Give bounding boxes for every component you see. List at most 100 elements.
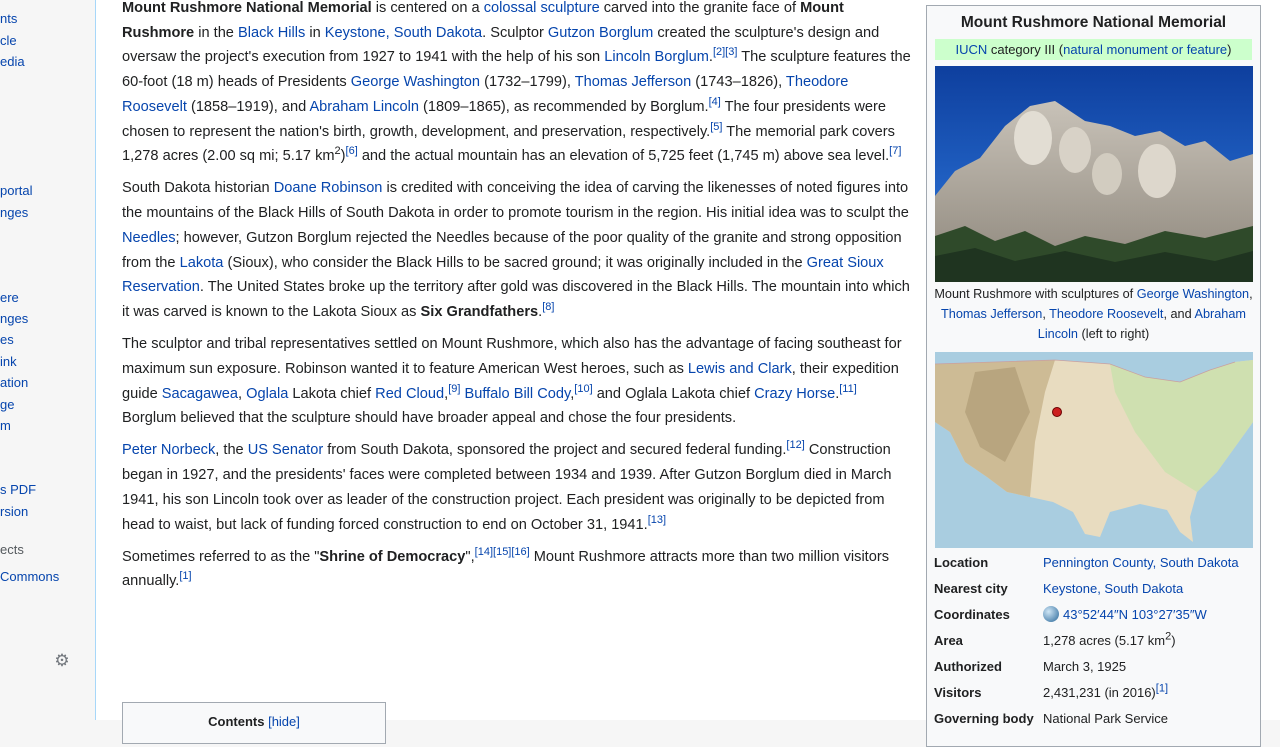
link-red-cloud[interactable]: Red Cloud — [375, 386, 444, 402]
text: South Dakota historian — [122, 180, 274, 197]
text: (1809–1865), as recommended by Borglum. — [418, 98, 709, 115]
row-visitors: Visitors 2,431,231 (in 2016)[1] — [927, 682, 1260, 708]
sidebar-link-page[interactable]: ge — [0, 397, 14, 412]
bold-term: Shrine of Democracy — [319, 548, 466, 565]
area-value: 1,278 acres (5.17 km — [1043, 633, 1166, 648]
citation[interactable]: [8] — [542, 301, 554, 313]
row-area: Area 1,278 acres (5.17 km2) — [927, 630, 1260, 656]
main-content: Mount Rushmore National Memorial is cent… — [95, 0, 1280, 747]
link-needles[interactable]: Needles — [122, 230, 176, 246]
infobox-details: Location Pennington County, South Dakota… — [927, 552, 1260, 734]
paragraph-shrine: Sometimes referred to as the "Shrine of … — [122, 545, 912, 594]
row-coordinates: Coordinates 43°52′44″N 103°27′35″W — [927, 604, 1260, 630]
citation[interactable]: [12] — [786, 440, 804, 452]
link-abraham-lincoln[interactable]: Abraham Lincoln — [309, 99, 419, 115]
text: ", — [465, 548, 475, 565]
citation[interactable]: [5] — [710, 121, 722, 133]
nearest-city-label: Nearest city — [934, 581, 1008, 596]
toc-hide-toggle[interactable]: [hide] — [268, 714, 300, 729]
citation[interactable]: [14][15][16] — [475, 546, 530, 558]
text: is centered on a — [371, 0, 484, 16]
toc-header: Contents [hide] — [123, 714, 385, 729]
link-natural-monument[interactable]: natural monument or feature — [1063, 42, 1227, 57]
text: carved into the granite face of — [599, 0, 801, 16]
link-gutzon-borglum[interactable]: Gutzon Borglum — [548, 25, 653, 41]
authorized-value: March 3, 1925 — [1043, 659, 1127, 674]
citation[interactable]: [10] — [574, 383, 592, 395]
sidebar-link-printable-version[interactable]: rsion — [0, 504, 28, 519]
link-lakota[interactable]: Lakota — [180, 255, 224, 271]
sidebar-heading-other-projects: ects — [0, 542, 24, 557]
link-peter-norbeck[interactable]: Peter Norbeck — [122, 442, 215, 458]
text: (left to right) — [1078, 327, 1150, 341]
sidebar-link-permalink[interactable]: ink — [0, 354, 17, 369]
link-sacagawea[interactable]: Sacagawea — [162, 386, 238, 402]
text: in — [305, 24, 325, 41]
citation[interactable]: [2][3] — [713, 47, 737, 59]
link-us-senator[interactable]: US Senator — [248, 442, 323, 458]
sidebar-link-information[interactable]: ation — [0, 375, 28, 390]
sidebar-link-article[interactable]: cle — [0, 33, 17, 48]
sidebar-link-download-pdf[interactable]: s PDF — [0, 482, 36, 497]
link-iucn[interactable]: IUCN — [955, 42, 987, 57]
sidebar-link-item[interactable]: m — [0, 418, 11, 433]
text: Borglum believed that the sculpture shou… — [122, 410, 737, 427]
link-george-washington[interactable]: George Washington — [351, 74, 480, 90]
link-black-hills[interactable]: Black Hills — [238, 25, 305, 41]
link-lincoln-borglum[interactable]: Lincoln Borglum — [604, 49, 709, 65]
sidebar-link-changes[interactable]: nges — [0, 205, 28, 220]
sidebar-link-contents[interactable]: nts — [0, 11, 17, 26]
text: Lakota chief — [288, 385, 376, 402]
citation[interactable]: [11] — [839, 383, 857, 395]
text: (1732–1799), — [480, 74, 575, 91]
link-keystone[interactable]: Keystone, South Dakota — [325, 25, 482, 41]
citation[interactable]: [13] — [648, 514, 666, 526]
link-theodore-roosevelt[interactable]: Theodore Roosevelt — [1049, 307, 1163, 321]
row-nearest-city: Nearest city Keystone, South Dakota — [927, 578, 1260, 604]
link-keystone[interactable]: Keystone, South Dakota — [1043, 581, 1183, 596]
citation[interactable]: [1] — [179, 571, 191, 583]
globe-icon[interactable] — [1043, 606, 1059, 622]
text: , — [1249, 287, 1253, 301]
toc-title: Contents — [208, 714, 265, 729]
sidebar-link-links-here[interactable]: ere — [0, 290, 19, 305]
link-crazy-horse[interactable]: Crazy Horse — [754, 386, 835, 402]
infobox-title: Mount Rushmore National Memorial — [960, 14, 1227, 31]
gear-icon[interactable]: ⚙ — [53, 652, 71, 670]
text: category III ( — [987, 42, 1064, 57]
text: Mount Rushmore with sculptures of — [934, 287, 1137, 301]
link-thomas-jefferson[interactable]: Thomas Jefferson — [575, 74, 692, 90]
sidebar-link-media[interactable]: edia — [0, 54, 25, 69]
text: and Oglala Lakota chief — [592, 385, 755, 402]
infobox: Mount Rushmore National Memorial IUCN ca… — [926, 5, 1261, 747]
citation[interactable]: [7] — [889, 145, 901, 157]
link-pennington-county[interactable]: Pennington County, South Dakota — [1043, 555, 1239, 570]
text: ) — [1227, 42, 1232, 57]
table-of-contents: Contents [hide] — [122, 702, 386, 744]
citation[interactable]: [1] — [1156, 683, 1168, 695]
text: from South Dakota, sponsored the project… — [323, 442, 787, 459]
link-thomas-jefferson[interactable]: Thomas Jefferson — [941, 307, 1042, 321]
link-oglala[interactable]: Oglala — [246, 386, 288, 402]
citation[interactable]: [9] — [448, 383, 460, 395]
location-map[interactable] — [934, 352, 1253, 548]
link-colossal-sculpture[interactable]: colossal sculpture — [484, 0, 600, 16]
citation[interactable]: [4] — [709, 96, 721, 108]
text: . Sculptor — [482, 24, 548, 41]
citation[interactable]: [6] — [346, 145, 358, 157]
link-george-washington[interactable]: George Washington — [1137, 287, 1249, 301]
sidebar-link-wikimedia-commons[interactable]: Commons — [0, 569, 59, 584]
text: in the — [194, 24, 238, 41]
link-coordinates[interactable]: 43°52′44″N 103°27′35″W — [1063, 607, 1207, 622]
visitors-value: 2,431,231 (in 2016) — [1043, 685, 1156, 700]
sidebar-link-related-changes[interactable]: nges — [0, 311, 28, 326]
link-doane-robinson[interactable]: Doane Robinson — [274, 180, 383, 196]
sidebar-link-pages[interactable]: es — [0, 332, 14, 347]
link-buffalo-bill-cody[interactable]: Buffalo Bill Cody — [464, 386, 570, 402]
photo-caption: Mount Rushmore with sculptures of George… — [933, 284, 1254, 344]
article-body: Mount Rushmore National Memorial is cent… — [122, 0, 912, 602]
link-lewis-and-clark[interactable]: Lewis and Clark — [688, 361, 792, 377]
text: , the — [215, 442, 248, 459]
mount-rushmore-photo[interactable] — [934, 66, 1253, 282]
sidebar-link-portal[interactable]: portal — [0, 183, 33, 198]
